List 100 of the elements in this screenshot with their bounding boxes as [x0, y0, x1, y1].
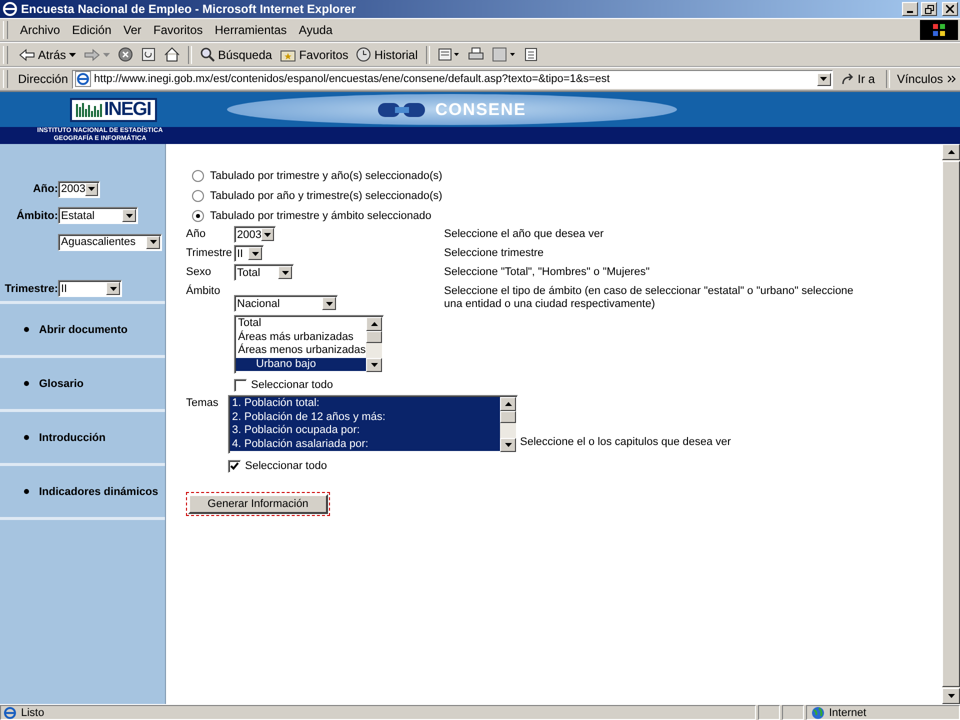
address-field[interactable]: http://www.inegi.gob.mx/est/contenidos/espanol/encuestas/ene/consene/default.asp?texto=&tipo=1&s=est	[72, 70, 833, 88]
dropdown-button[interactable]	[146, 236, 160, 249]
field-label: Trimestre	[186, 246, 234, 261]
dropdown-button[interactable]	[816, 72, 831, 86]
links-button[interactable]: Vínculos	[896, 72, 943, 86]
scroll-up-button[interactable]	[942, 144, 960, 160]
page-icon	[3, 706, 17, 720]
dropdown-button[interactable]	[278, 266, 292, 279]
scroll-thumb[interactable]	[366, 331, 382, 343]
history-button[interactable]: Historial	[353, 47, 421, 62]
minimize-button[interactable]	[902, 2, 918, 16]
bullet-icon	[24, 327, 29, 332]
logo: INEGI	[70, 98, 157, 122]
select-field[interactable]: Aguascalientes	[58, 234, 162, 251]
nav-link[interactable]: Introducción	[39, 432, 106, 444]
search-icon	[200, 47, 216, 62]
refresh-icon	[141, 47, 156, 62]
close-button[interactable]	[942, 2, 958, 16]
scroll-up-button[interactable]	[500, 397, 516, 411]
nav-link[interactable]: Indicadores dinámicos	[39, 486, 158, 498]
scroll-down-button[interactable]	[366, 358, 382, 372]
caret-icon	[126, 214, 132, 218]
sex-select[interactable]: Total	[234, 264, 294, 281]
list-option[interactable]: 4. Población asalariada por:	[230, 438, 500, 451]
product-banner: CONSENE	[226, 94, 677, 125]
back-button[interactable]: Atrás	[16, 48, 80, 62]
menu-item[interactable]: Favoritos	[147, 23, 209, 37]
list-option[interactable]: Áreas más urbanizadas	[236, 330, 366, 344]
quarter-select[interactable]: II	[234, 245, 264, 262]
search-button[interactable]: Búsqueda	[197, 47, 276, 62]
forward-arrow-icon	[84, 48, 100, 62]
caret-icon	[504, 443, 512, 447]
caret-icon	[264, 232, 272, 236]
dropdown-button[interactable]	[322, 297, 336, 310]
list-option[interactable]: 1. Población total:	[230, 397, 500, 410]
radio-label: Tabulado por trimestre y ámbito seleccionado	[210, 210, 432, 222]
caret-icon	[69, 52, 76, 56]
bullet-icon	[24, 381, 29, 386]
list-option[interactable]: Urbano bajo	[236, 358, 366, 371]
year-select[interactable]: 2003	[234, 226, 276, 243]
generate-button[interactable]: Generar Información	[188, 494, 328, 514]
radio-button[interactable]	[192, 210, 204, 222]
list-option[interactable]: 2. Población de 12 años y más:	[230, 410, 500, 424]
nav-link[interactable]: Abrir documento	[39, 324, 128, 336]
menu-item[interactable]: Ver	[117, 23, 148, 37]
radio-label: Tabulado por año y trimestre(s) seleccionado(s)	[210, 190, 442, 202]
bullet-icon	[24, 489, 29, 494]
caret-icon	[252, 252, 258, 256]
list-option[interactable]: 3. Población ocupada por:	[230, 424, 500, 438]
caret-icon	[110, 286, 116, 291]
list-option[interactable]: Áreas menos urbanizadas	[236, 344, 366, 358]
product-icon	[377, 100, 428, 118]
menu-item[interactable]: Edición	[66, 23, 118, 37]
caret-icon	[948, 694, 954, 698]
dropdown-button[interactable]	[261, 228, 274, 241]
list-option[interactable]: Total	[236, 317, 366, 330]
filter-label: Año:	[32, 183, 58, 196]
hint-text: Seleccione el tipo de ámbito (en caso de seleccionar "estatal" o "urbano" seleccione una entidad o una ciudad respectivamente)	[444, 284, 854, 311]
dropdown-button[interactable]	[85, 182, 98, 196]
scroll-down-button[interactable]	[500, 438, 516, 452]
go-button[interactable]: Ir a	[836, 72, 879, 86]
select-field[interactable]: 2003	[58, 180, 100, 198]
menu-item[interactable]: Archivo	[14, 23, 66, 37]
dropdown-button[interactable]	[122, 209, 136, 222]
restore-icon	[924, 4, 934, 14]
caret-icon	[150, 240, 156, 244]
caret-icon	[370, 322, 378, 326]
scope-select[interactable]: Nacional	[234, 295, 338, 312]
nav-link[interactable]: Glosario	[39, 378, 84, 390]
restore-button[interactable]	[921, 2, 937, 16]
radio-button[interactable]	[192, 190, 204, 202]
select-field[interactable]: Estatal	[58, 207, 138, 224]
filter-label: Ámbito:	[15, 210, 58, 222]
windows-flag-icon	[932, 23, 946, 37]
select-field[interactable]: II	[58, 280, 122, 298]
field-label: Año	[186, 227, 207, 242]
stop-icon	[118, 47, 134, 62]
favorites-button[interactable]: Favoritos	[277, 48, 352, 62]
star-folder-icon	[280, 48, 296, 62]
scroll-down-button[interactable]	[942, 688, 960, 704]
chevron-icon[interactable]	[947, 75, 956, 83]
field-label: Temas	[186, 396, 220, 411]
hint-text: Seleccione trimestre	[444, 246, 545, 261]
close-icon	[946, 5, 954, 13]
hint-text: Seleccione el año que desea ver	[444, 227, 605, 242]
radio-button[interactable]	[192, 170, 204, 182]
scroll-up-button[interactable]	[366, 317, 382, 331]
scope-listbox[interactable]: Total Áreas más urbanizadas Áreas menos urbanizadas Urbano bajo	[234, 315, 384, 374]
checkbox-label: Seleccionar todo	[245, 460, 327, 472]
caret-icon	[88, 187, 96, 192]
scroll-thumb[interactable]	[500, 411, 516, 423]
menu-item[interactable]: Herramientas	[208, 23, 293, 37]
hint-text: Seleccione el o los capitulos que desea ver	[520, 436, 731, 450]
scroll-thumb[interactable]	[942, 161, 960, 687]
topics-listbox[interactable]: 1. Población total: 2. Población de 12 años y más: 3. Población ocupada por: 4. Población asalariada por:	[228, 395, 518, 454]
caret-icon	[282, 270, 288, 274]
dropdown-button[interactable]	[248, 247, 262, 260]
menu-item[interactable]: Ayuda	[292, 23, 339, 37]
edit-icon	[492, 47, 516, 62]
dropdown-button[interactable]	[106, 282, 120, 296]
